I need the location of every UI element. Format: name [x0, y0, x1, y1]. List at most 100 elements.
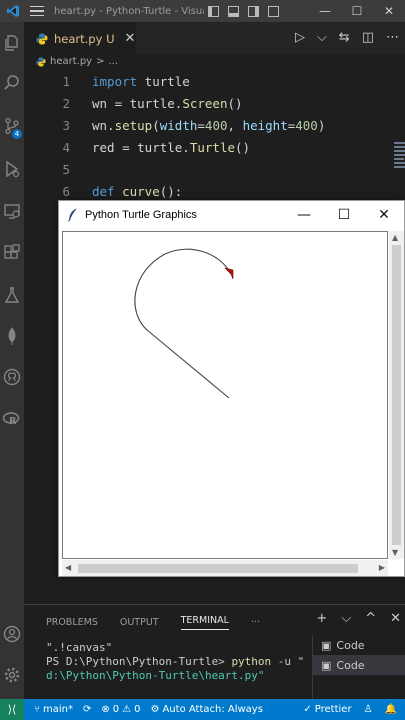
- git-branch-icon: ⑂: [34, 704, 40, 715]
- breadcrumb-file[interactable]: heart.py: [50, 56, 92, 67]
- code-token: def: [92, 184, 115, 199]
- compare-changes-icon[interactable]: ⇆: [339, 30, 350, 45]
- customize-layout-icon[interactable]: [268, 5, 279, 17]
- terminal-path: d:\Python\Python-Turtle\heart.py": [46, 669, 265, 682]
- line-number: 4: [62, 140, 70, 155]
- title-bar: heart.py - Python-Turtle - Visual... — ☐…: [0, 0, 405, 22]
- maximize-panel-icon[interactable]: ^: [365, 611, 376, 626]
- tab-close-icon[interactable]: ✕: [124, 31, 135, 46]
- split-editor-icon[interactable]: ◫: [362, 30, 374, 45]
- r-icon[interactable]: R: [3, 410, 21, 428]
- turtle-graphics-window[interactable]: Python Turtle Graphics — ☐ ✕ ▲ ▼ ◀ ▶: [58, 200, 405, 577]
- code-line[interactable]: 2 wn = turtle.Screen(): [24, 96, 364, 113]
- terminal-output[interactable]: ".!canvas" PS D:\Python\Python-Turtle> p…: [46, 641, 304, 683]
- code-token: width: [159, 118, 198, 133]
- more-actions-icon[interactable]: ⋯: [386, 30, 399, 45]
- scroll-down-arrow-icon[interactable]: ▼: [392, 548, 398, 557]
- tab-label: heart.py U: [54, 31, 115, 46]
- layout-controls: [208, 5, 279, 17]
- terminal-icon: ▣: [321, 638, 332, 652]
- code-token: =: [197, 118, 205, 133]
- turtle-minimize-button[interactable]: —: [284, 201, 324, 229]
- branch-indicator[interactable]: ⑂ main*: [34, 704, 73, 715]
- turtle-horizontal-scrollbar[interactable]: ◀ ▶: [62, 560, 388, 576]
- turtle-window-titlebar[interactable]: Python Turtle Graphics — ☐ ✕: [59, 201, 404, 229]
- problems-indicator[interactable]: ⊗ 0 ⚠ 0: [101, 704, 140, 715]
- window-title: heart.py - Python-Turtle - Visual...: [54, 5, 204, 17]
- menu-icon[interactable]: [30, 5, 44, 17]
- settings-gear-icon[interactable]: [3, 666, 21, 684]
- search-icon[interactable]: [3, 74, 21, 92]
- tab-terminal[interactable]: TERMINAL: [180, 615, 229, 630]
- terminal-list: ▣ Code ▣ Code: [312, 635, 405, 700]
- warning-icon: ⚠: [122, 704, 132, 715]
- notifications-bell-icon[interactable]: 🔔: [385, 704, 397, 715]
- code-token: 400: [295, 118, 318, 133]
- turtle-canvas[interactable]: [62, 231, 388, 559]
- auto-attach-indicator[interactable]: ⚙ Auto Attach: Always: [151, 704, 263, 715]
- scroll-up-arrow-icon[interactable]: ▲: [392, 233, 398, 242]
- panel-more-icon[interactable]: ···: [251, 617, 260, 628]
- code-token: wn.: [92, 118, 115, 133]
- error-count: 0: [112, 704, 120, 715]
- run-debug-icon[interactable]: [3, 160, 21, 178]
- tab-problems[interactable]: PROBLEMS: [46, 617, 98, 628]
- code-line[interactable]: 4 red = turtle.Turtle(): [24, 140, 364, 157]
- code-line[interactable]: 1 import turtle: [24, 74, 364, 91]
- turtle-window-controls: — ☐ ✕: [284, 201, 404, 229]
- code-text: red = turtle.Turtle(): [92, 140, 250, 155]
- minimap[interactable]: [394, 142, 405, 182]
- branch-name: main*: [43, 704, 73, 715]
- testing-icon[interactable]: [3, 286, 21, 304]
- code-token: ): [317, 118, 326, 133]
- github-icon[interactable]: [3, 368, 21, 386]
- new-terminal-icon[interactable]: +: [316, 611, 327, 626]
- toggle-sidebar-icon[interactable]: [208, 5, 219, 17]
- terminal-dropdown-icon[interactable]: ⌵: [341, 611, 351, 626]
- remote-indicator-icon[interactable]: ⟩⟨: [0, 699, 24, 720]
- breadcrumb-symbol[interactable]: ...: [109, 56, 119, 67]
- close-panel-icon[interactable]: ✕: [390, 611, 401, 626]
- scroll-left-arrow-icon[interactable]: ◀: [65, 563, 71, 572]
- code-line[interactable]: 3 wn.setup(width=400, height=400): [24, 118, 364, 135]
- run-python-file-icon[interactable]: ▷: [295, 30, 305, 45]
- code-token: Turtle: [189, 140, 235, 155]
- breadcrumb-separator: >: [96, 56, 105, 67]
- extensions-icon[interactable]: [3, 244, 21, 262]
- code-token: ,: [227, 118, 243, 133]
- prettier-label: Prettier: [314, 704, 352, 715]
- tab-output[interactable]: OUTPUT: [120, 617, 159, 628]
- turtle-close-button[interactable]: ✕: [364, 201, 404, 229]
- terminal-line: ".!canvas": [46, 641, 113, 654]
- code-line[interactable]: 6 def curve():: [24, 184, 364, 201]
- prettier-indicator[interactable]: ✓ Prettier: [303, 704, 351, 715]
- status-bar: ⟩⟨ ⑂ main* ⟳ ⊗ 0 ⚠ 0 ⚙ Auto Attach: Alwa…: [0, 699, 405, 720]
- horizontal-scroll-thumb[interactable]: [78, 564, 358, 573]
- maximize-button[interactable]: ☐: [341, 4, 373, 18]
- account-icon[interactable]: [3, 625, 21, 643]
- toggle-panel-icon[interactable]: [228, 5, 239, 17]
- line-number: 1: [62, 74, 70, 89]
- minimize-button[interactable]: —: [309, 4, 341, 18]
- remote-explorer-icon[interactable]: [3, 202, 21, 220]
- terminal-list-item[interactable]: ▣ Code: [313, 655, 405, 675]
- code-text: wn.setup(width=400, height=400): [92, 118, 325, 133]
- code-line[interactable]: 5: [24, 162, 364, 179]
- terminal-list-item[interactable]: ▣ Code: [313, 635, 405, 655]
- code-text: import turtle: [92, 74, 190, 89]
- vertical-scroll-thumb[interactable]: [392, 245, 401, 545]
- run-dropdown-icon[interactable]: ⌵: [317, 30, 327, 45]
- warning-count: 0: [134, 704, 141, 715]
- close-button[interactable]: ✕: [373, 4, 405, 18]
- turtle-maximize-button[interactable]: ☐: [324, 201, 364, 229]
- source-control-badge: 4: [12, 129, 22, 139]
- turtle-pen-line: [134, 248, 232, 399]
- scroll-right-arrow-icon[interactable]: ▶: [379, 563, 385, 572]
- toggle-secondary-sidebar-icon[interactable]: [248, 5, 259, 17]
- tab-heart-py[interactable]: heart.py U ✕: [24, 22, 136, 54]
- turtle-vertical-scrollbar[interactable]: ▲ ▼: [389, 231, 404, 559]
- mongodb-icon[interactable]: [3, 327, 21, 345]
- explorer-icon[interactable]: [3, 34, 21, 52]
- sync-icon[interactable]: ⟳: [83, 704, 91, 715]
- feedback-icon[interactable]: ♙: [364, 704, 373, 715]
